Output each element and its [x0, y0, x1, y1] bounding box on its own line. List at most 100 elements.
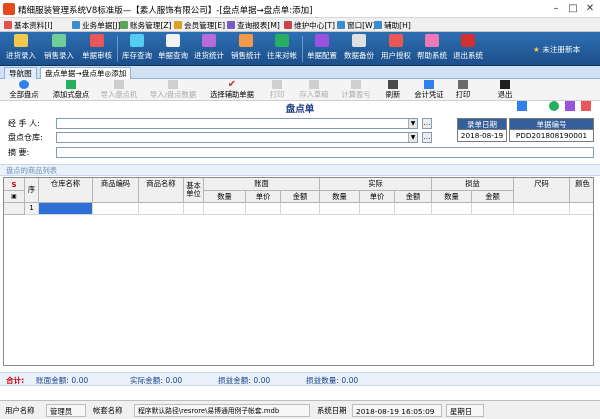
- full-stocktake-button[interactable]: 全部盘点: [4, 80, 44, 100]
- calc-icon: [351, 80, 361, 89]
- add-stocktake-button[interactable]: 添加式盘点: [50, 80, 92, 100]
- pl-qty-total: 损益数量: 0.00: [306, 376, 359, 385]
- purchase-stats-button[interactable]: 进货统计: [192, 34, 226, 64]
- action-label: 存入草稿: [299, 90, 329, 99]
- grid-corner-button[interactable]: S: [4, 178, 25, 191]
- col-book-qty: 数量: [204, 191, 246, 203]
- handler-lookup-button[interactable]: …: [422, 118, 432, 129]
- docno-box: 单据编号 PDD201808190001: [509, 118, 594, 142]
- maximize-button[interactable]: □: [565, 2, 581, 15]
- action-label: 退出: [497, 90, 513, 99]
- close-button[interactable]: ✕: [582, 2, 598, 15]
- reconcile-button[interactable]: 往来对帐: [265, 34, 299, 64]
- refresh-button[interactable]: 刷新: [382, 80, 404, 100]
- exit-button[interactable]: 退出: [494, 80, 516, 100]
- cell-actual-amount[interactable]: [395, 203, 432, 215]
- star-icon: ★: [533, 45, 540, 54]
- help-button[interactable]: 帮助系统: [415, 34, 449, 64]
- refresh-icon: [388, 80, 398, 89]
- add-stocktake-icon: [66, 80, 76, 89]
- action-label: 刷新: [385, 90, 401, 99]
- exit-system-button[interactable]: 退出系统: [451, 34, 485, 64]
- reconcile-icon: [275, 34, 289, 47]
- sales-entry-button[interactable]: 销售录入: [42, 34, 76, 64]
- menu-label: 维护中心[T]: [294, 20, 335, 30]
- tb-label: 用户授权: [381, 51, 411, 60]
- backup-icon: [352, 34, 366, 47]
- select-aux-doc-button[interactable]: ✔ 选择辅助单据: [206, 80, 258, 100]
- doc-query-button[interactable]: 单据查询: [156, 34, 190, 64]
- doc-audit-button[interactable]: 单据审核: [80, 34, 114, 64]
- cell-color[interactable]: [570, 203, 593, 215]
- tb-label: 数据备份: [344, 51, 374, 60]
- print-button[interactable]: 打印: [452, 80, 474, 100]
- purchase-entry-button[interactable]: 进货录入: [4, 34, 38, 64]
- cell-unit[interactable]: [184, 203, 204, 215]
- user-red-icon[interactable]: [581, 101, 591, 111]
- warehouse-select[interactable]: ▼: [56, 132, 418, 143]
- cell-code[interactable]: [93, 203, 139, 215]
- tab-stocktake[interactable]: 盘点单据→盘点单◎添加: [40, 67, 132, 79]
- voucher-button[interactable]: 会计凭证: [410, 80, 448, 100]
- backup-button[interactable]: 数据备份: [342, 34, 376, 64]
- pl-amount-total: 损益金额: 0.00: [218, 376, 271, 385]
- tab-nav[interactable]: 导航图: [4, 67, 37, 79]
- books-icon[interactable]: [565, 101, 575, 111]
- row-indicator[interactable]: [4, 203, 25, 215]
- cell-book-qty[interactable]: [204, 203, 246, 215]
- menu-window[interactable]: 窗口[W]: [337, 19, 376, 31]
- tb-label: 销售录入: [44, 51, 74, 60]
- home-icon[interactable]: [517, 101, 527, 111]
- menu-members[interactable]: 会员管理[E]: [174, 19, 225, 31]
- menu-reports[interactable]: 查询报表[M]: [227, 19, 280, 31]
- chevron-down-icon[interactable]: ▼: [408, 133, 417, 142]
- date-value[interactable]: 2018-08-19: [458, 130, 506, 141]
- chevron-down-icon[interactable]: ▼: [408, 119, 417, 128]
- memo-input[interactable]: [56, 147, 594, 158]
- cell-name[interactable]: [139, 203, 184, 215]
- handler-select[interactable]: ▼: [56, 118, 418, 129]
- unregistered-label: ★ 未注册新本: [533, 44, 580, 55]
- col-name: 商品名称: [139, 178, 184, 203]
- cell-actual-qty[interactable]: [320, 203, 360, 215]
- doc-config-button[interactable]: 单据配置: [305, 34, 339, 64]
- cell-book-price[interactable]: [246, 203, 281, 215]
- action-label: 选择辅助单据: [210, 90, 254, 99]
- memo-label: 摘 要:: [8, 148, 30, 157]
- menu-accounts[interactable]: 账务管理[Z]: [120, 19, 172, 31]
- action-label: 导入盘点机: [100, 90, 138, 99]
- cell-size[interactable]: [514, 203, 570, 215]
- cell-actual-price[interactable]: [360, 203, 395, 215]
- tb-label: 进货录入: [6, 51, 36, 60]
- action-toolbar: 全部盘点 添加式盘点 导入盘点机 导入/盘点数据 ✔ 选择辅助单据 打印 存入草稿…: [0, 79, 600, 101]
- col-seq: 序: [25, 178, 39, 203]
- menu-maintenance[interactable]: 维护中心[T]: [284, 19, 335, 31]
- warehouse-lookup-button[interactable]: …: [422, 132, 432, 143]
- app-icon: [3, 3, 15, 15]
- menu-business-docs[interactable]: 业务单据[J]: [72, 19, 121, 31]
- menu-label: 辅助[H]: [384, 20, 411, 30]
- globe-icon[interactable]: [549, 101, 559, 111]
- docno-value: PDD201808190001: [510, 130, 593, 141]
- cell-warehouse-selected[interactable]: [39, 203, 93, 215]
- stock-icon: [130, 34, 144, 47]
- import-data-button[interactable]: 导入/盘点数据: [146, 80, 200, 100]
- user-auth-button[interactable]: 用户授权: [379, 34, 413, 64]
- menu-basic-icon: [4, 21, 12, 29]
- import-scanner-button[interactable]: 导入盘点机: [98, 80, 140, 100]
- cell-pl-qty[interactable]: [432, 203, 472, 215]
- stock-query-button[interactable]: 库存查询: [120, 34, 154, 64]
- sales-stats-button[interactable]: 销售统计: [229, 34, 263, 64]
- import-data-icon: [168, 80, 178, 89]
- save-draft-button[interactable]: 存入草稿: [296, 80, 332, 100]
- cell-pl-amount[interactable]: [472, 203, 514, 215]
- sales-icon: [52, 34, 66, 47]
- print-disabled-button[interactable]: 打印: [266, 80, 288, 100]
- grid-settings-icon[interactable]: ▣: [4, 191, 25, 203]
- menu-help[interactable]: 辅助[H]: [374, 19, 411, 31]
- status-set-value: 程序默认路径\resrore\易博通用例子帐套.mdb: [134, 404, 310, 417]
- minimize-button[interactable]: –: [548, 2, 564, 15]
- cell-book-amount[interactable]: [281, 203, 320, 215]
- calc-pl-button[interactable]: 计算盈亏: [338, 80, 374, 100]
- menu-basic-data[interactable]: 基本资料[I]: [4, 19, 53, 31]
